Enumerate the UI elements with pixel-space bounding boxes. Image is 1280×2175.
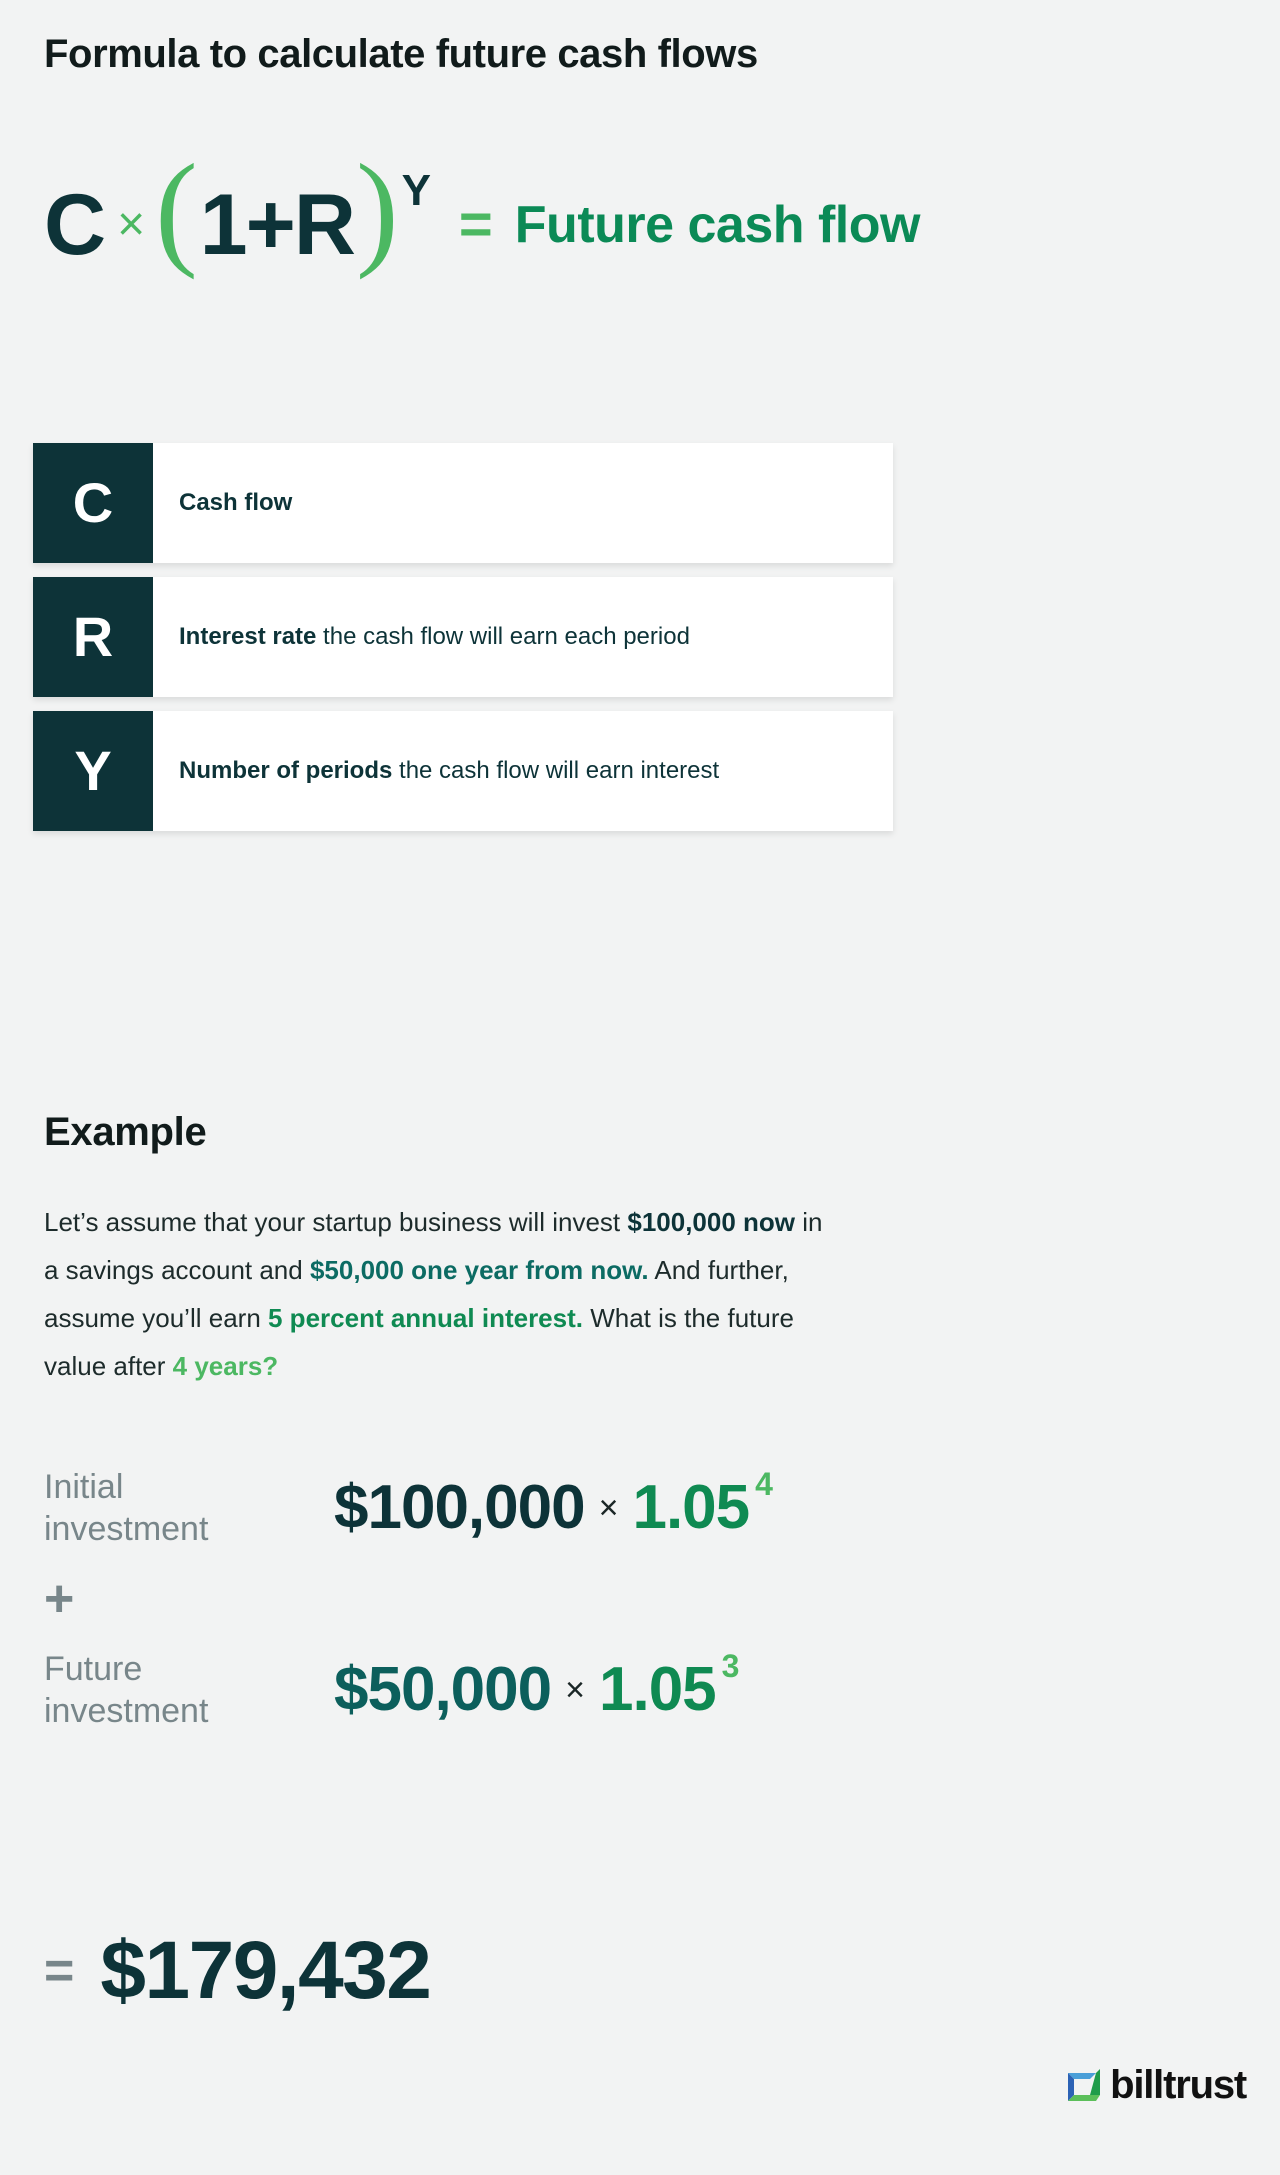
formula-equals-icon: = bbox=[458, 192, 493, 257]
legend-term-y: Number of periods bbox=[179, 757, 393, 784]
calculation-power-future: 3 bbox=[721, 1648, 740, 1684]
legend-term-r: Interest rate bbox=[179, 623, 317, 650]
calculation-plus-sign: + bbox=[44, 1570, 75, 1628]
calculation-base-initial: 1.05 bbox=[632, 1473, 750, 1542]
legend-rest-r: the cash flow will earn each period bbox=[316, 623, 690, 650]
calculation-multiply-icon-future: × bbox=[565, 1671, 585, 1709]
calculation-block: Initial investment $100,000 × 1.05 4 + F… bbox=[44, 1448, 1044, 1750]
total-equals-icon: = bbox=[44, 1942, 75, 2000]
legend-item-y: Y Number of periods the cash flow will e… bbox=[33, 711, 893, 831]
calculation-label-future-line1: Future bbox=[44, 1650, 143, 1688]
legend-rest-y: the cash flow will earn interest bbox=[392, 757, 720, 784]
formula-inner-term: 1+R bbox=[199, 177, 356, 273]
total-amount: $179,432 bbox=[100, 1925, 432, 2016]
example-highlight-interest-rate: 5 percent annual interest. bbox=[268, 1303, 583, 1333]
calculation-label-future-line2: investment bbox=[44, 1692, 209, 1730]
calculation-label-initial-line1: Initial bbox=[44, 1468, 124, 1506]
calculation-multiply-icon-initial: × bbox=[598, 1489, 619, 1527]
billtrust-logo-mark-icon bbox=[1068, 2069, 1101, 2101]
formula-expression: C × ( 1+R ) Y = Future cash flow bbox=[44, 145, 921, 305]
formula-variable-c: C bbox=[44, 177, 106, 273]
billtrust-wordmark: billtrust bbox=[1110, 2063, 1247, 2107]
legend-list: C Cash flow R Interest rate the cash flo… bbox=[33, 443, 893, 831]
calculation-expression-initial: $100,000 × 1.05 4 bbox=[334, 1468, 773, 1544]
example-heading: Example bbox=[44, 1110, 207, 1154]
legend-badge-c: C bbox=[33, 443, 153, 563]
example-highlight-initial-investment: $100,000 now bbox=[627, 1207, 796, 1237]
example-seg-1: Let’s assume that your startup business … bbox=[44, 1207, 628, 1237]
calculation-expression-future: $50,000 × 1.05 3 bbox=[334, 1650, 739, 1726]
calculation-row-initial: Initial investment $100,000 × 1.05 4 bbox=[44, 1448, 1044, 1568]
calculation-amount-future: $50,000 bbox=[334, 1655, 552, 1724]
formula-multiply-icon: × bbox=[117, 198, 146, 251]
formula-right-paren: ) bbox=[355, 138, 399, 280]
calculation-label-initial-line2: investment bbox=[44, 1510, 209, 1548]
calculation-label-future: Future investment bbox=[44, 1648, 334, 1732]
example-highlight-future-investment: $50,000 one year from now. bbox=[309, 1255, 649, 1285]
calculation-power-initial: 4 bbox=[755, 1466, 773, 1502]
legend-item-r: R Interest rate the cash flow will earn … bbox=[33, 577, 893, 697]
calculation-base-future: 1.05 bbox=[598, 1655, 717, 1724]
calculation-total: = $179,432 bbox=[44, 1925, 432, 2016]
legend-text-r: Interest rate the cash flow will earn ea… bbox=[153, 577, 893, 697]
formula-exponent-y: Y bbox=[401, 166, 431, 215]
example-paragraph: Let’s assume that your startup business … bbox=[44, 1198, 834, 1390]
page-title: Formula to calculate future cash flows bbox=[44, 32, 758, 76]
formula-result-label: Future cash flow bbox=[514, 196, 921, 254]
legend-term-c: Cash flow bbox=[179, 489, 293, 516]
calculation-amount-initial: $100,000 bbox=[334, 1473, 586, 1542]
legend-item-c: C Cash flow bbox=[33, 443, 893, 563]
legend-text-y: Number of periods the cash flow will ear… bbox=[153, 711, 893, 831]
formula-left-paren: ( bbox=[155, 138, 198, 280]
calculation-label-initial: Initial investment bbox=[44, 1466, 334, 1550]
example-highlight-years: 4 years? bbox=[172, 1351, 279, 1381]
infographic-page: Formula to calculate future cash flows C… bbox=[0, 0, 1280, 2175]
legend-badge-r: R bbox=[33, 577, 153, 697]
calculation-row-future: Future investment $50,000 × 1.05 3 bbox=[44, 1630, 1044, 1750]
legend-badge-y: Y bbox=[33, 711, 153, 831]
billtrust-logo: billtrust bbox=[1068, 2063, 1247, 2107]
legend-text-c: Cash flow bbox=[153, 443, 893, 563]
